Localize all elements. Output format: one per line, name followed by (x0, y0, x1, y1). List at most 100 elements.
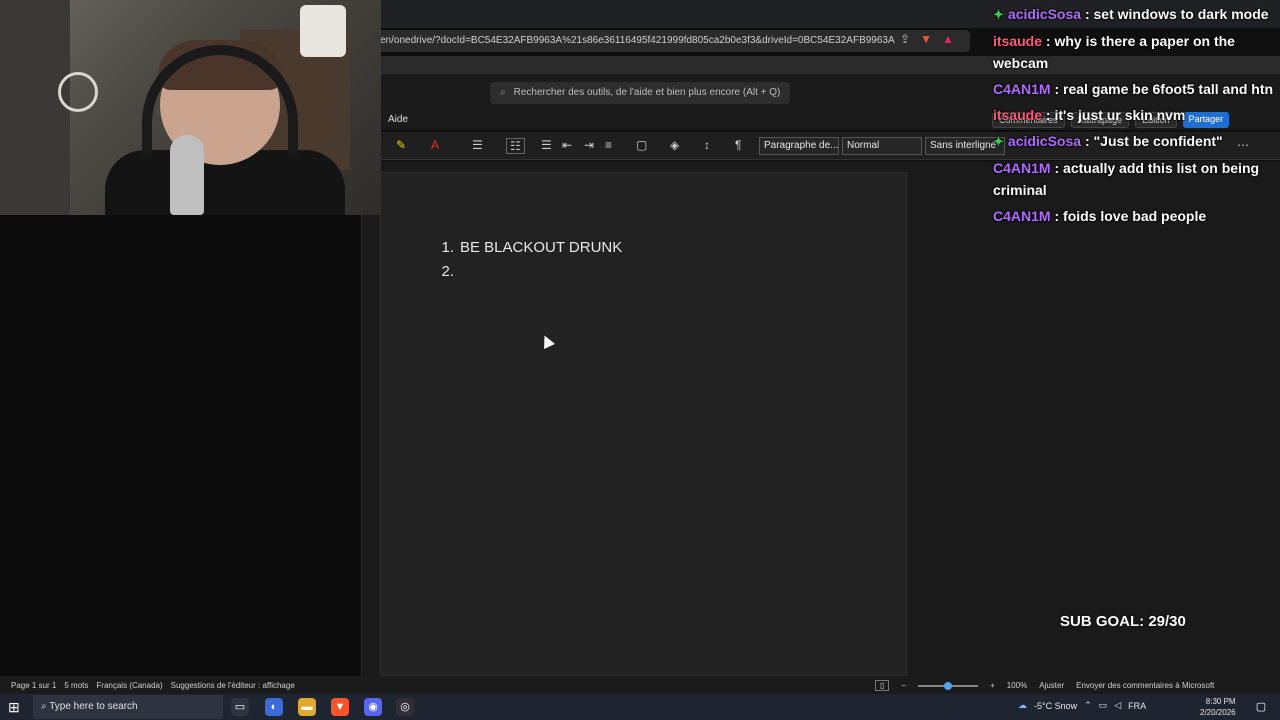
numbered-list[interactable]: 1. BE BLACKOUT DRUNK 2. (440, 236, 622, 284)
line-spacing-icon[interactable]: ↕ (704, 138, 710, 152)
list-number: 2. (441, 263, 454, 280)
zoom-slider-knob[interactable] (944, 681, 953, 690)
chat-username[interactable]: acidicSosa (1008, 6, 1081, 22)
paragraph-icon[interactable]: ¶ (735, 138, 741, 152)
stream-chat: ✦ acidicSosa : set windows to dark mode it… (993, 3, 1280, 231)
chat-text: real game be 6foot5 tall and htn (1063, 81, 1274, 97)
notifications-icon[interactable]: ▢ (1252, 698, 1270, 716)
align-icon[interactable]: ≡ (605, 138, 612, 152)
highlight-icon[interactable]: ✎ (396, 138, 406, 152)
chat-text: it's just ur skin nvm (1054, 107, 1186, 123)
language-badge[interactable]: FRA (1128, 701, 1146, 711)
chat-message: itsaude : why is there a paper on the we… (993, 30, 1280, 74)
share-icon[interactable]: ⇪ (900, 32, 910, 46)
chat-message: ✦ acidicSosa : "Just be confident" (993, 130, 1280, 153)
address-bar-icons: ⇪ ▼ ▲ (900, 32, 954, 46)
zoom-level[interactable]: 100% (1007, 681, 1027, 690)
chat-separator: : (1081, 133, 1094, 149)
chat-separator: : (1050, 81, 1064, 97)
chat-separator: : (1042, 107, 1055, 123)
chat-text: "Just be confident" (1093, 133, 1223, 149)
language-indicator[interactable]: Français (Canada) (96, 681, 162, 690)
word-count[interactable]: 5 mots (64, 681, 88, 690)
list-number: 1. (441, 239, 454, 256)
brave-browser-icon[interactable]: ▼ (331, 698, 349, 716)
list-item[interactable]: 2. (440, 260, 622, 284)
decrease-indent-icon[interactable]: ⇤ (562, 138, 572, 152)
chat-message: C4AN1M : real game be 6foot5 tall and ht… (993, 78, 1280, 100)
chat-username[interactable]: acidicSosa (1008, 133, 1081, 149)
search-icon: ⌕ (41, 701, 50, 712)
webcam-feed (0, 0, 381, 215)
taskbar-search-placeholder: Type here to search (49, 701, 138, 712)
tab-help[interactable]: Aide (388, 114, 408, 125)
editor-suggestions[interactable]: Suggestions de l'éditeur : affichage (171, 681, 295, 690)
address-bar[interactable]: en/onedrive/?docId=BC54E32AFB9963A%21s86… (370, 30, 970, 52)
chat-message: C4AN1M : actually add this list on being… (993, 157, 1280, 201)
borders-icon[interactable]: ▢ (636, 138, 647, 152)
chat-username[interactable]: itsaude (993, 107, 1042, 123)
chat-message: itsaude : it's just ur skin nvm (993, 104, 1280, 126)
clock-time: 8:30 PM (1205, 697, 1236, 706)
chat-separator: : (1050, 208, 1064, 224)
increase-indent-icon[interactable]: ⇥ (584, 138, 594, 152)
chat-message: C4AN1M : foids love bad people (993, 205, 1280, 227)
chat-username[interactable]: C4AN1M (993, 160, 1051, 176)
system-tray: ☁ -5°C Snow ⌃ ▭ ◁ FRA (1018, 700, 1146, 711)
webcam-shelf (0, 0, 70, 215)
search-icon: ⌕ (500, 87, 506, 98)
style-heading[interactable]: Paragraphe de... (759, 137, 839, 155)
chat-username[interactable]: itsaude (993, 33, 1042, 49)
multilevel-list-icon[interactable]: ☰ (541, 138, 552, 152)
weather-icon[interactable]: ☁ (1018, 700, 1027, 711)
page-count: Page 1 sur 1 (11, 681, 57, 690)
brave-shield-icon[interactable]: ▼ (920, 32, 932, 46)
zoom-out-icon[interactable]: − (901, 681, 906, 690)
chat-username[interactable]: C4AN1M (993, 81, 1051, 97)
list-item[interactable]: 1. BE BLACKOUT DRUNK (440, 236, 622, 260)
brave-rewards-icon[interactable]: ▲ (942, 32, 954, 46)
taskbar-clock[interactable]: 8:30 PM 2/20/2026 (1200, 696, 1236, 718)
fit-button[interactable]: Ajuster (1039, 681, 1064, 690)
list-item-text: BE BLACKOUT DRUNK (460, 239, 623, 256)
file-explorer-icon[interactable]: ▬ (298, 698, 316, 716)
chat-message: ✦ acidicSosa : set windows to dark mode (993, 3, 1280, 26)
chat-text: foids love bad people (1063, 208, 1207, 224)
view-mode-icon[interactable]: ▯ (875, 680, 890, 691)
copilot-icon[interactable]: ◐ (265, 698, 283, 716)
weather-text[interactable]: -5°C Snow (1034, 701, 1077, 711)
font-color-icon[interactable]: A (431, 138, 439, 152)
search-input[interactable]: ⌕ Rechercher des outils, de l'aide et bie… (490, 82, 790, 104)
clock-date: 2/20/2026 (1200, 708, 1236, 717)
chat-username[interactable]: C4AN1M (993, 208, 1051, 224)
webcam-fan (58, 72, 98, 112)
sub-goal-label: SUB GOAL: 29/30 (1060, 613, 1186, 630)
zoom-slider[interactable] (918, 681, 979, 690)
chat-text: set windows to dark mode (1093, 6, 1269, 22)
bullets-icon[interactable]: ☰ (472, 138, 483, 152)
network-icon[interactable]: ▭ (1099, 700, 1108, 711)
chat-badge-icon: ✦ (993, 134, 1004, 149)
webcam-tub (300, 5, 346, 57)
taskbar-search-input[interactable]: ⌕ Type here to search (33, 695, 223, 719)
numbering-icon[interactable]: ☷ (506, 138, 525, 154)
status-left: Page 1 sur 1 5 mots Français (Canada) Su… (11, 681, 295, 690)
zoom-in-icon[interactable]: + (990, 681, 995, 690)
volume-icon[interactable]: ◁ (1114, 700, 1121, 711)
style-normal[interactable]: Normal (842, 137, 922, 155)
windows-start-icon[interactable]: ⊞ (8, 699, 20, 716)
chat-separator: : (1042, 33, 1055, 49)
shading-icon[interactable]: ◈ (670, 138, 679, 152)
chat-separator: : (1081, 6, 1094, 22)
feedback-link[interactable]: Envoyer des commentaires à Microsoft (1076, 681, 1214, 690)
search-placeholder: Rechercher des outils, de l'aide et bien… (513, 87, 781, 98)
chat-badge-icon: ✦ (993, 7, 1004, 22)
chat-separator: : (1050, 160, 1064, 176)
task-view-icon[interactable]: ▭ (231, 698, 249, 716)
left-margin-area (0, 215, 361, 676)
discord-icon[interactable]: ◉ (364, 698, 382, 716)
tray-expand-icon[interactable]: ⌃ (1084, 700, 1092, 711)
status-right: ▯ − + 100% Ajuster Envoyer des commentai… (875, 680, 1214, 691)
webcam-microphone (170, 135, 204, 215)
obs-icon[interactable]: ◎ (396, 698, 414, 716)
